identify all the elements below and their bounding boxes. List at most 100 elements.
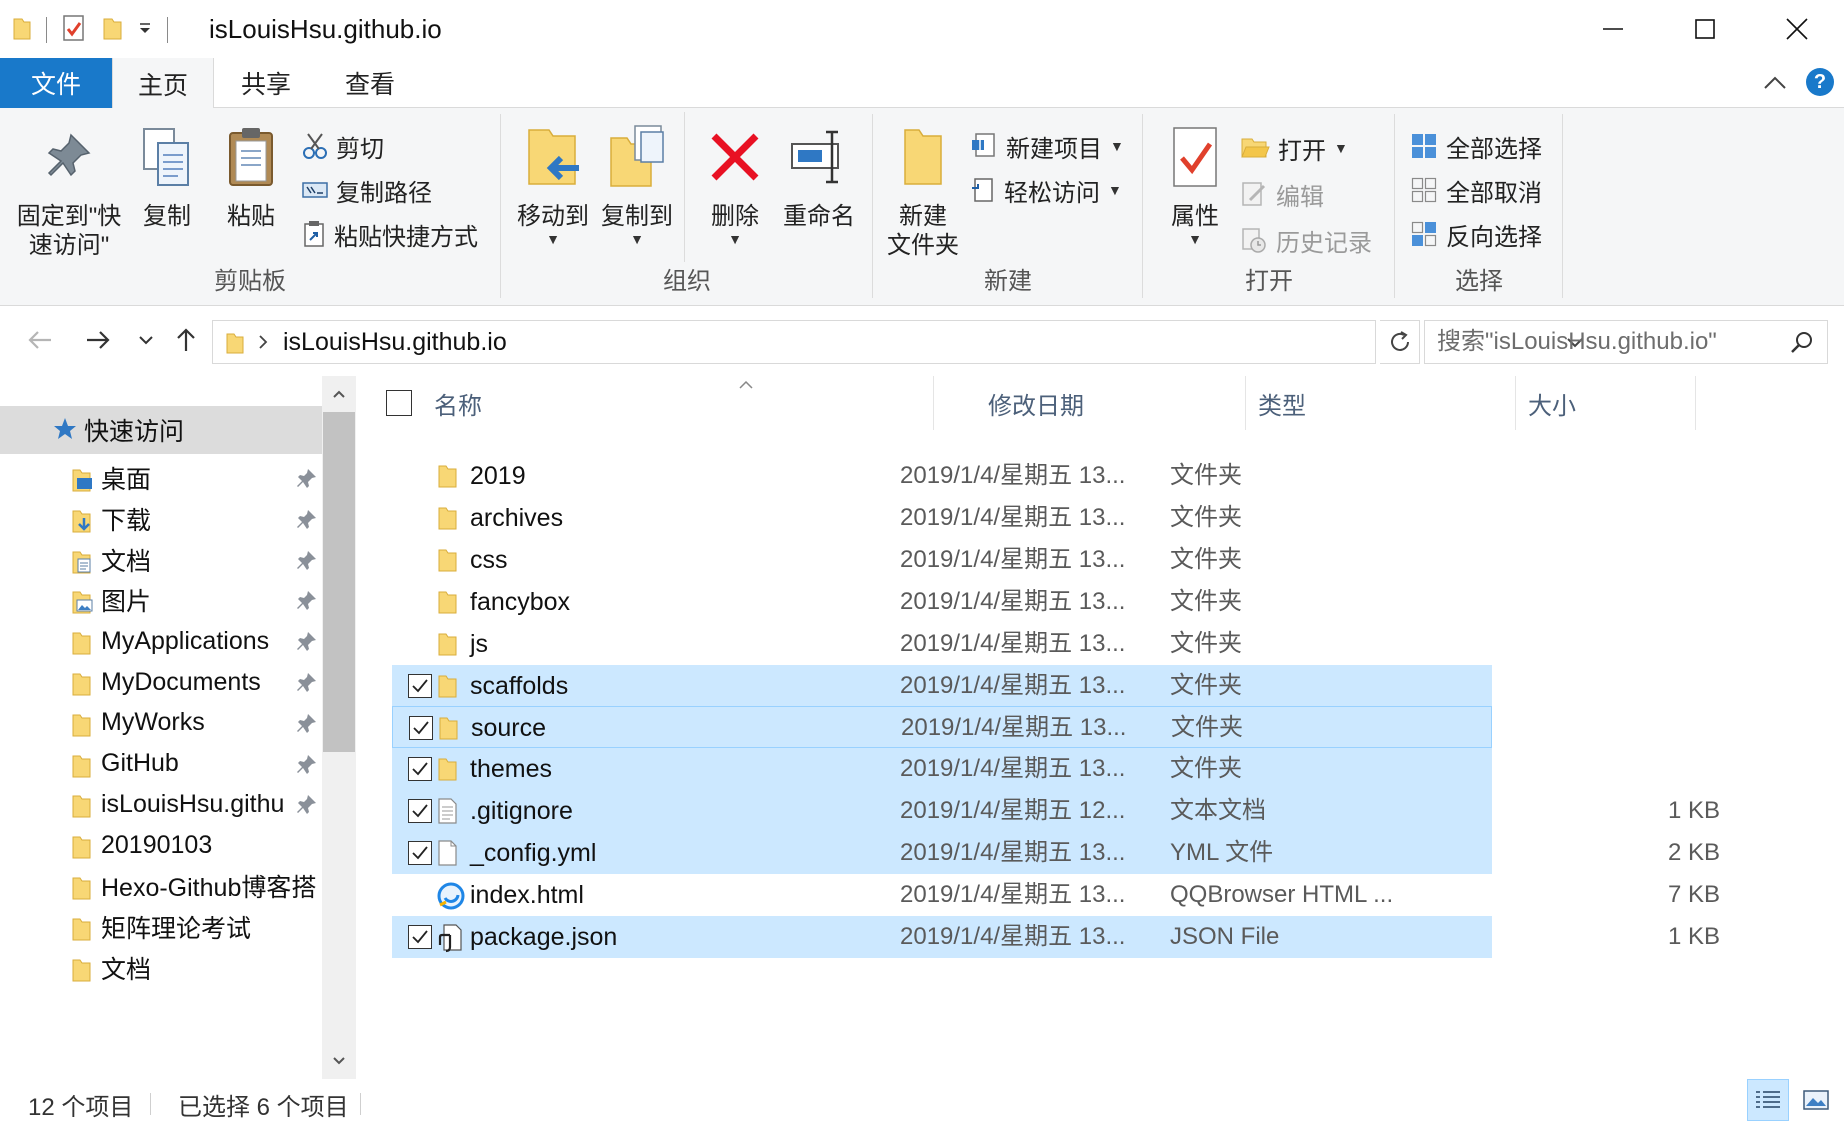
copy-label: 复制 [143, 203, 191, 230]
scroll-down-button[interactable] [322, 1043, 356, 1079]
file-row[interactable]: js 2019/1/4/星期五 13... 文件夹 [392, 623, 1492, 665]
column-name[interactable]: 名称 [422, 376, 934, 430]
select-group: 全部选择 全部取消 反向选择 选择 [1396, 112, 1562, 302]
nav-quick-access[interactable]: 快速访问 [0, 406, 322, 454]
tab-home[interactable]: 主页 [112, 58, 214, 109]
copy-path-button[interactable]: 复制路径 [302, 170, 432, 210]
pinned-icon[interactable] [296, 549, 318, 578]
cut-button[interactable]: 剪切 [302, 126, 384, 166]
pinned-icon[interactable] [296, 508, 318, 537]
row-checkbox[interactable] [408, 841, 432, 866]
breadcrumb-chevron-icon[interactable] [257, 333, 269, 356]
customize-qat-chevron-icon[interactable] [137, 18, 153, 43]
copy-to-button[interactable]: 复制到 ▼ [594, 112, 680, 247]
file-row[interactable]: 2019 2019/1/4/星期五 13... 文件夹 [392, 455, 1492, 497]
pinned-icon[interactable] [296, 671, 318, 700]
forward-button[interactable] [80, 322, 116, 358]
row-checkbox[interactable] [408, 799, 432, 824]
column-type[interactable]: 类型 [1246, 376, 1516, 430]
move-to-dropdown-icon: ▼ [546, 231, 560, 247]
pinned-icon[interactable] [296, 793, 318, 822]
search-box[interactable] [1424, 320, 1828, 364]
row-checkbox[interactable] [409, 716, 433, 741]
help-button[interactable]: ? [1806, 68, 1834, 96]
row-checkbox[interactable] [408, 673, 432, 698]
scroll-up-button[interactable] [322, 376, 356, 412]
file-type: 文件夹 [1170, 629, 1242, 657]
new-folder-qat-icon[interactable] [101, 14, 123, 47]
paste-button[interactable]: 粘贴 [220, 112, 282, 231]
copy-button[interactable]: 复制 [136, 112, 198, 231]
new-folder-button[interactable]: 新建 文件夹 [880, 112, 966, 260]
maximize-button[interactable] [1659, 0, 1751, 58]
invert-selection-button[interactable]: 反向选择 [1410, 214, 1542, 254]
file-type: 文件夹 [1171, 714, 1243, 742]
address-field[interactable]: isLouisHsu.github.io [212, 320, 1583, 364]
nav-scrollbar[interactable] [322, 376, 356, 1079]
pin-quick-access-button[interactable]: 固定到"快 速访问" [10, 112, 128, 260]
refresh-button[interactable] [1380, 320, 1420, 364]
file-row[interactable]: package.json 2019/1/4/星期五 13... JSON File 1… [392, 915, 1720, 958]
properties-qat-icon[interactable] [61, 13, 87, 48]
column-size[interactable]: 大小 [1516, 376, 1696, 430]
tab-view[interactable]: 查看 [330, 58, 410, 108]
select-none-label: 全部取消 [1446, 179, 1542, 207]
row-checkbox[interactable] [408, 924, 432, 949]
column-date[interactable]: 修改日期 [976, 376, 1246, 430]
pinned-icon[interactable] [296, 630, 318, 659]
pinned-icon[interactable] [296, 589, 318, 618]
open-button[interactable]: 打开 ▼ [1240, 128, 1348, 168]
file-row[interactable]: index.html 2019/1/4/星期五 13... QQBrowser HT… [392, 874, 1720, 916]
new-item-button[interactable]: 新建项目 ▼ [970, 126, 1124, 166]
scroll-thumb[interactable] [323, 412, 355, 752]
breadcrumb-current[interactable]: isLouisHsu.github.io [283, 328, 507, 357]
large-icons-view-button[interactable] [1795, 1079, 1837, 1121]
pin-icon [41, 112, 97, 202]
delete-button[interactable]: 删除 ▼ [692, 112, 778, 247]
select-none-button[interactable]: 全部取消 [1410, 170, 1542, 210]
file-row[interactable]: themes 2019/1/4/星期五 13... 文件夹 [392, 748, 1492, 791]
minimize-button[interactable] [1567, 0, 1659, 58]
rename-icon [788, 112, 850, 202]
easy-access-button[interactable]: 轻松访问 ▼ [970, 170, 1122, 210]
nav-item-label: MyWorks [101, 708, 205, 737]
file-row[interactable]: archives 2019/1/4/星期五 13... 文件夹 [392, 497, 1492, 539]
edit-label: 编辑 [1276, 183, 1324, 211]
edit-button[interactable]: 编辑 [1240, 174, 1324, 214]
search-icon[interactable] [1789, 330, 1815, 361]
pinned-icon[interactable] [296, 753, 318, 782]
history-button[interactable]: 历史记录 [1240, 220, 1372, 260]
properties-button[interactable]: 属性 ▼ [1152, 112, 1238, 247]
search-input[interactable] [1437, 328, 1777, 356]
file-row[interactable]: fancybox 2019/1/4/星期五 13... 文件夹 [392, 581, 1492, 623]
file-row[interactable]: css 2019/1/4/星期五 13... 文件夹 [392, 539, 1492, 581]
rename-button[interactable]: 重命名 [774, 112, 864, 231]
collapse-ribbon-button[interactable] [1760, 68, 1790, 98]
ribbon-divider-5 [1562, 114, 1563, 298]
file-row[interactable]: .gitignore 2019/1/4/星期五 12... 文本文档 1 KB [392, 790, 1720, 833]
file-row[interactable]: source 2019/1/4/星期五 13... 文件夹 [392, 706, 1492, 749]
tab-file[interactable]: 文件 [0, 58, 112, 108]
history-icon [1242, 228, 1266, 253]
row-checkbox[interactable] [408, 757, 432, 782]
select-all-checkbox[interactable] [386, 390, 412, 416]
paste-shortcut-button[interactable]: 粘贴快捷方式 [302, 214, 478, 254]
select-all-button[interactable]: 全部选择 [1410, 126, 1542, 166]
recent-locations-button[interactable] [128, 322, 164, 358]
move-to-button[interactable]: 移动到 ▼ [510, 112, 596, 247]
item-count: 12 个项目 [28, 1094, 134, 1121]
properties-icon [1168, 112, 1222, 202]
details-view-button[interactable] [1747, 1079, 1789, 1121]
selected-count: 已选择 6 个项目 [178, 1094, 349, 1121]
file-type: 文件夹 [1170, 545, 1242, 573]
pinned-icon[interactable] [296, 467, 318, 496]
close-button[interactable] [1751, 0, 1843, 58]
nav-item[interactable]: 文档 [0, 944, 322, 992]
back-button[interactable] [22, 322, 58, 358]
tab-share[interactable]: 共享 [226, 58, 306, 108]
file-row[interactable]: scaffolds 2019/1/4/星期五 13... 文件夹 [392, 664, 1492, 707]
file-date: 2019/1/4/星期五 13... [900, 629, 1126, 657]
up-button[interactable] [168, 322, 204, 358]
file-row[interactable]: _config.yml 2019/1/4/星期五 13... YML 文件 2 KB [392, 832, 1720, 875]
pinned-icon[interactable] [296, 712, 318, 741]
